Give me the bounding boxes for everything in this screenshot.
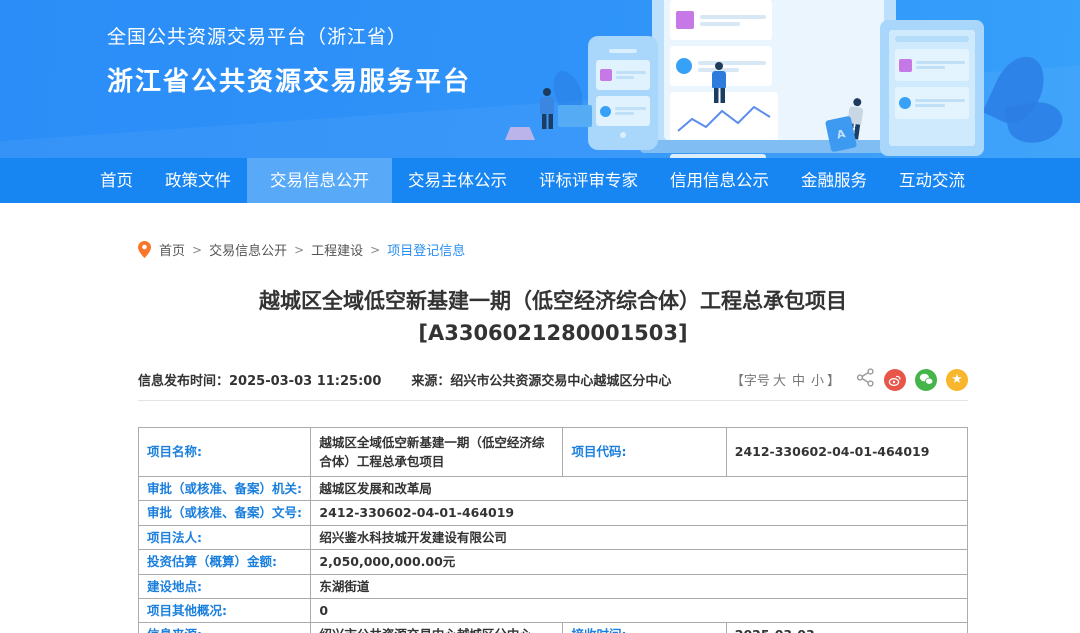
national-platform-subtitle: 全国公共资源交易平台（浙江省） — [107, 22, 471, 49]
page-title-line1: 越城区全域低空新基建一期（低空经济综合体）工程总承包项目 — [259, 289, 847, 313]
breadcrumb-project-registration[interactable]: 项目登记信息 — [387, 240, 465, 259]
breadcrumb: 首页 > 交易信息公开 > 工程建设 > 项目登记信息 — [138, 240, 968, 259]
field-value-project-name: 越城区全域低空新基建一期（低空经济综合体）工程总承包项目 — [311, 428, 563, 477]
table-row: 审批（或核准、备案）文号: 2412-330602-04-01-464019 — [139, 501, 968, 525]
field-value-investment-estimate: 2,050,000,000.00元 — [311, 550, 968, 574]
hero-banner: A 全国公共资源交易平台（浙江省） 浙江省公共资源交易服务平台 — [0, 0, 1080, 158]
purple-square-graphic — [676, 11, 694, 29]
wechat-share-icon[interactable] — [915, 369, 937, 391]
table-row: 投资估算（概算）金额: 2,050,000,000.00元 — [139, 550, 968, 574]
monitor-base-graphic — [640, 140, 908, 153]
field-value-project-code: 2412-330602-04-01-464019 — [726, 428, 967, 477]
table-row: 项目法人: 绍兴鉴水科技城开发建设有限公司 — [139, 525, 968, 549]
table-row: 建设地点: 东湖街道 — [139, 574, 968, 598]
font-size-prefix: 【字号 — [731, 370, 770, 389]
field-label-other-overview: 项目其他概况: — [139, 598, 311, 622]
field-value-construction-site: 东湖街道 — [311, 574, 968, 598]
table-row: 项目其他概况: 0 — [139, 598, 968, 622]
main-navigation: 首页 政策文件 交易信息公开 交易主体公示 评标评审专家 信用信息公示 金融服务… — [0, 158, 1080, 203]
nav-item-interaction[interactable]: 互动交流 — [883, 158, 981, 203]
box-graphic — [558, 105, 592, 127]
page-title: 越城区全域低空新基建一期（低空经济综合体）工程总承包项目 [A330602128… — [138, 286, 968, 349]
breadcrumb-separator: > — [294, 243, 304, 257]
field-label-legal-person: 项目法人: — [139, 525, 311, 549]
weibo-share-icon[interactable] — [884, 369, 906, 391]
field-value-legal-person: 绍兴鉴水科技城开发建设有限公司 — [311, 525, 968, 549]
nav-item-home[interactable]: 首页 — [84, 158, 149, 203]
nav-item-financial-services[interactable]: 金融服务 — [785, 158, 883, 203]
field-value-info-source: 绍兴市公共资源交易中心越城区分中心 — [311, 623, 563, 633]
person-figure — [540, 88, 554, 129]
field-value-receive-time: 2025-03-03 — [726, 623, 967, 633]
field-label-project-code: 项目代码: — [563, 428, 726, 477]
field-label-approval-authority: 审批（或核准、备案）机关: — [139, 477, 311, 501]
font-size-large-button[interactable]: 大 — [773, 370, 786, 389]
trapezoid-decoration — [505, 127, 535, 140]
blue-dot-graphic — [676, 58, 692, 74]
tablet-graphic — [880, 20, 984, 156]
breadcrumb-separator: > — [192, 243, 202, 257]
field-value-approval-number: 2412-330602-04-01-464019 — [311, 501, 968, 525]
nav-item-policy-documents[interactable]: 政策文件 — [149, 158, 247, 203]
table-row: 信息来源: 绍兴市公共资源交易中心越城区分中心 接收时间: 2025-03-03 — [139, 623, 968, 633]
font-size-medium-button[interactable]: 中 — [792, 370, 805, 389]
field-label-approval-number: 审批（或核准、备案）文号: — [139, 501, 311, 525]
article-meta-bar: 信息发布时间：2025-03-03 11:25:00 来源：绍兴市公共资源交易中… — [138, 368, 968, 401]
person-figure — [712, 62, 726, 103]
share-icon[interactable] — [856, 368, 875, 391]
leaf-decoration — [1004, 98, 1065, 147]
nav-item-trade-subject-publicity[interactable]: 交易主体公示 — [392, 158, 523, 203]
breadcrumb-home[interactable]: 首页 — [159, 240, 185, 259]
publish-time: 信息发布时间：2025-03-03 11:25:00 — [138, 370, 381, 389]
field-value-other-overview: 0 — [311, 598, 968, 622]
field-label-project-name: 项目名称: — [139, 428, 311, 477]
field-value-approval-authority: 越城区发展和改革局 — [311, 477, 968, 501]
location-pin-icon — [138, 241, 151, 258]
nav-item-credit-info-publicity[interactable]: 信用信息公示 — [654, 158, 785, 203]
field-label-receive-time: 接收时间: — [563, 623, 726, 633]
field-label-construction-site: 建设地点: — [139, 574, 311, 598]
field-label-investment-estimate: 投资估算（概算）金额: — [139, 550, 311, 574]
favorite-star-icon[interactable]: ★ — [946, 369, 968, 391]
field-label-info-source: 信息来源: — [139, 623, 311, 633]
nav-item-evaluation-experts[interactable]: 评标评审专家 — [523, 158, 654, 203]
image-placeholder-graphic — [670, 154, 766, 158]
nav-item-trade-info-disclosure[interactable]: 交易信息公开 — [247, 158, 392, 203]
breadcrumb-trade-info[interactable]: 交易信息公开 — [209, 240, 287, 259]
breadcrumb-separator: > — [370, 243, 380, 257]
breadcrumb-engineering[interactable]: 工程建设 — [311, 240, 363, 259]
site-title: 浙江省公共资源交易服务平台 — [107, 61, 471, 98]
article-source: 来源：绍兴市公共资源交易中心越城区分中心 — [411, 370, 671, 389]
font-size-suffix: 】 — [827, 370, 840, 389]
phone-graphic — [588, 36, 658, 150]
page-title-line2: [A3306021280001503] — [418, 321, 687, 345]
project-detail-table: 项目名称: 越城区全域低空新基建一期（低空经济综合体）工程总承包项目 项目代码:… — [138, 427, 968, 633]
table-row: 项目名称: 越城区全域低空新基建一期（低空经济综合体）工程总承包项目 项目代码:… — [139, 428, 968, 477]
font-size-small-button[interactable]: 小 — [811, 370, 824, 389]
table-row: 审批（或核准、备案）机关: 越城区发展和改革局 — [139, 477, 968, 501]
article-content: 首页 > 交易信息公开 > 工程建设 > 项目登记信息 越城区全域低空新基建一期… — [138, 240, 968, 633]
